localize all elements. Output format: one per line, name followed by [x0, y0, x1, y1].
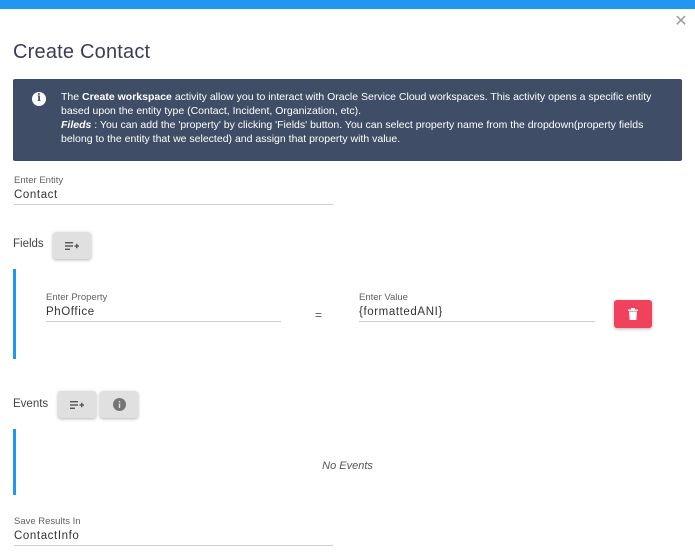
entity-label: Enter Entity — [14, 175, 64, 186]
save-results-label: Save Results In — [14, 516, 81, 527]
value-label: Enter Value — [359, 292, 408, 303]
add-event-button[interactable] — [58, 391, 96, 418]
add-field-button[interactable] — [53, 232, 91, 259]
fields-section-rule — [13, 269, 16, 359]
info-icon — [112, 398, 126, 411]
events-info-button[interactable] — [100, 391, 138, 418]
events-label: Events — [13, 398, 49, 410]
property-input[interactable]: PhOffice — [46, 306, 281, 322]
value-input[interactable]: {formattedANI} — [359, 306, 595, 322]
equals-sign: = — [315, 308, 323, 322]
info-text-line2: Fileds : You can add the 'property' by c… — [61, 119, 644, 145]
close-icon[interactable]: ✕ — [673, 14, 689, 30]
dialog-title: Create Contact — [13, 41, 151, 63]
fields-label: Fields — [13, 238, 44, 250]
value-field[interactable]: Enter Value {formattedANI} — [359, 292, 595, 322]
entity-field[interactable]: Enter Entity Contact — [14, 175, 333, 205]
playlist-add-icon — [70, 400, 84, 409]
save-results-field[interactable]: Save Results In ContactInfo — [14, 516, 333, 546]
no-events-text: No Events — [322, 460, 373, 472]
property-field[interactable]: Enter Property PhOffice — [46, 292, 281, 322]
info-panel: i The Create workspace activity allow yo… — [13, 79, 682, 161]
save-results-input[interactable]: ContactInfo — [14, 530, 333, 546]
info-icon: i — [32, 92, 46, 106]
playlist-add-icon — [65, 241, 79, 250]
dialog-top-bar — [0, 0, 695, 9]
trash-icon — [628, 308, 638, 320]
entity-input[interactable]: Contact — [14, 189, 333, 205]
info-bold-activity: Create workspace — [82, 91, 172, 103]
info-fields-label: Fileds — [61, 119, 92, 131]
delete-field-button[interactable] — [614, 300, 652, 328]
info-text-line1: The Create workspace activity allow you … — [61, 91, 652, 117]
property-label: Enter Property — [46, 292, 108, 303]
